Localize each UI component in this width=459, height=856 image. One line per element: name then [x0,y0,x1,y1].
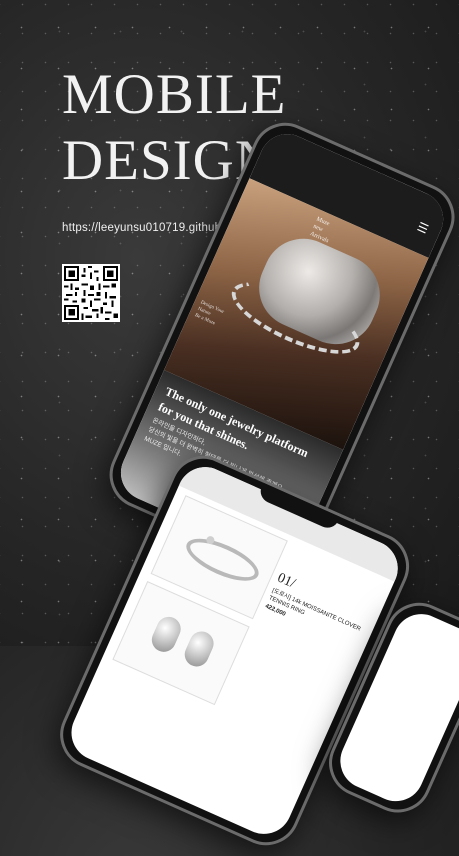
title-line-1: MOBILE [62,63,287,126]
hero-subtag: Design Your Nature Be a Muze [193,300,225,327]
earring-image [147,613,185,656]
hamburger-menu-icon[interactable]: ☰ [415,219,431,236]
ring-image [180,530,265,590]
earring-image [180,627,218,671]
qr-code-icon[interactable] [62,264,120,322]
product-info: 01/ [도로시] 14k MOISSANITE CLOVER TENNIS R… [264,571,382,654]
